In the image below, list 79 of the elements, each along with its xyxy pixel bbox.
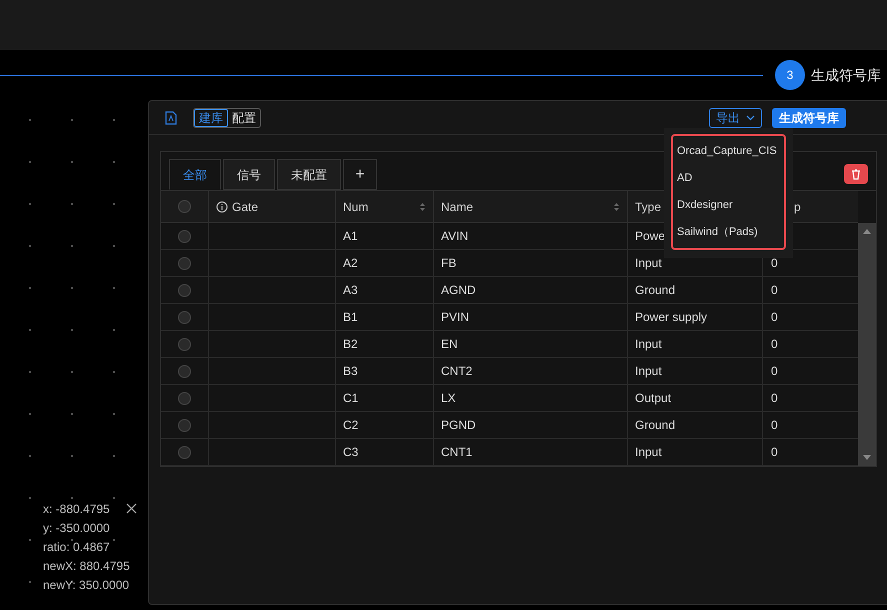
column-header: Num — [343, 198, 368, 216]
table-cell-text: PGND — [441, 417, 476, 434]
table-cell-text: Input — [635, 255, 662, 272]
table-cell-text: Input — [635, 444, 662, 461]
info-icon — [216, 200, 228, 212]
checkbox[interactable] — [178, 392, 191, 404]
table-cell-text: Input — [635, 336, 662, 353]
table-cell-text: 0 — [771, 444, 778, 461]
scroll-down-icon[interactable] — [863, 455, 871, 460]
menu-item[interactable]: Sailwind（Pads) — [677, 219, 780, 246]
column-header: p — [794, 198, 801, 216]
checkbox[interactable] — [178, 230, 191, 242]
scrollbar[interactable] — [858, 223, 876, 466]
checkbox[interactable] — [178, 338, 191, 350]
table-cell-text: A1 — [343, 228, 358, 245]
coordinate-text: newX: 880.4795 — [43, 558, 130, 573]
table-cell-text: B3 — [343, 363, 358, 380]
checkbox[interactable] — [178, 200, 191, 213]
coordinate-text: x: -880.4795 — [43, 501, 111, 516]
close-icon[interactable] — [126, 503, 137, 514]
tab[interactable]: 未配置 — [277, 159, 341, 190]
table-cell-text: 0 — [771, 336, 778, 353]
trash-icon — [851, 168, 861, 180]
table-cell-text: Input — [635, 363, 662, 380]
tab[interactable]: 全部 — [169, 159, 221, 190]
menu-item[interactable]: AD — [677, 165, 780, 192]
table-cell-text: 0 — [771, 390, 778, 407]
sort-icon[interactable] — [613, 202, 620, 212]
table-cell-text: Powe — [635, 228, 666, 245]
chevron-down-icon — [746, 114, 755, 120]
coordinate-text: newY: 350.0000 — [43, 577, 130, 592]
table-cell-text: 0 — [771, 282, 778, 299]
checkbox[interactable] — [178, 284, 191, 296]
table-cell-text: C2 — [343, 417, 358, 434]
table-cell-text: EN — [441, 336, 458, 353]
table-cell-text: Power supply — [635, 309, 708, 326]
step-label: 生成符号库 — [811, 66, 881, 84]
table-cell-text: PVIN — [441, 309, 470, 326]
table-cell-text: CNT1 — [441, 444, 472, 461]
table-cell-text: 0 — [771, 417, 778, 434]
table-cell-text: C1 — [343, 390, 358, 407]
table-cell-text: AGND — [441, 282, 476, 299]
table-cell-text: AVIN — [441, 228, 468, 245]
table-cell-text: A3 — [343, 282, 358, 299]
table-cell-text: C3 — [343, 444, 358, 461]
table-cell-text: LX — [441, 390, 456, 407]
column-header: Name — [441, 198, 474, 216]
table-cell-text: B2 — [343, 336, 358, 353]
checkbox[interactable] — [178, 310, 191, 324]
checkbox[interactable] — [178, 446, 191, 458]
table-cell-text: 0 — [771, 255, 778, 272]
column-header: Type — [635, 198, 662, 216]
menu-item[interactable]: Orcad_Capture_CIS — [677, 138, 780, 165]
table-cell-text: Output — [635, 390, 672, 407]
table-cell-text: CNT2 — [441, 363, 472, 380]
column-header: Gate — [232, 198, 258, 216]
checkbox[interactable] — [178, 364, 191, 378]
step-number: 3 — [775, 60, 805, 90]
generate-button[interactable]: 生成符号库 — [772, 108, 846, 128]
tab[interactable]: 信号 — [223, 159, 275, 190]
scroll-up-icon[interactable] — [863, 229, 871, 234]
delete-button[interactable] — [844, 164, 868, 184]
coordinate-text: y: -350.0000 — [43, 520, 111, 535]
checkbox[interactable] — [178, 256, 191, 270]
add-tab-button[interactable]: + — [343, 159, 377, 190]
coordinate-text: ratio: 0.4867 — [43, 539, 111, 554]
menu-item[interactable]: Dxdesigner — [677, 192, 780, 219]
table-cell-text: FB — [441, 255, 456, 272]
table-cell-text: Ground — [635, 282, 676, 299]
table-cell-text: 0 — [771, 363, 778, 380]
table-cell-text: B1 — [343, 309, 358, 326]
table-cell-text: Ground — [635, 417, 676, 434]
pdf-file-icon[interactable] — [165, 110, 177, 124]
mode-tab[interactable]: 配置 — [228, 108, 260, 126]
table-cell-text: A2 — [343, 255, 358, 272]
table-cell-text: 0 — [771, 309, 778, 326]
mode-tab[interactable]: 建库 — [194, 108, 228, 126]
sort-icon[interactable] — [419, 202, 426, 212]
checkbox[interactable] — [178, 418, 191, 432]
